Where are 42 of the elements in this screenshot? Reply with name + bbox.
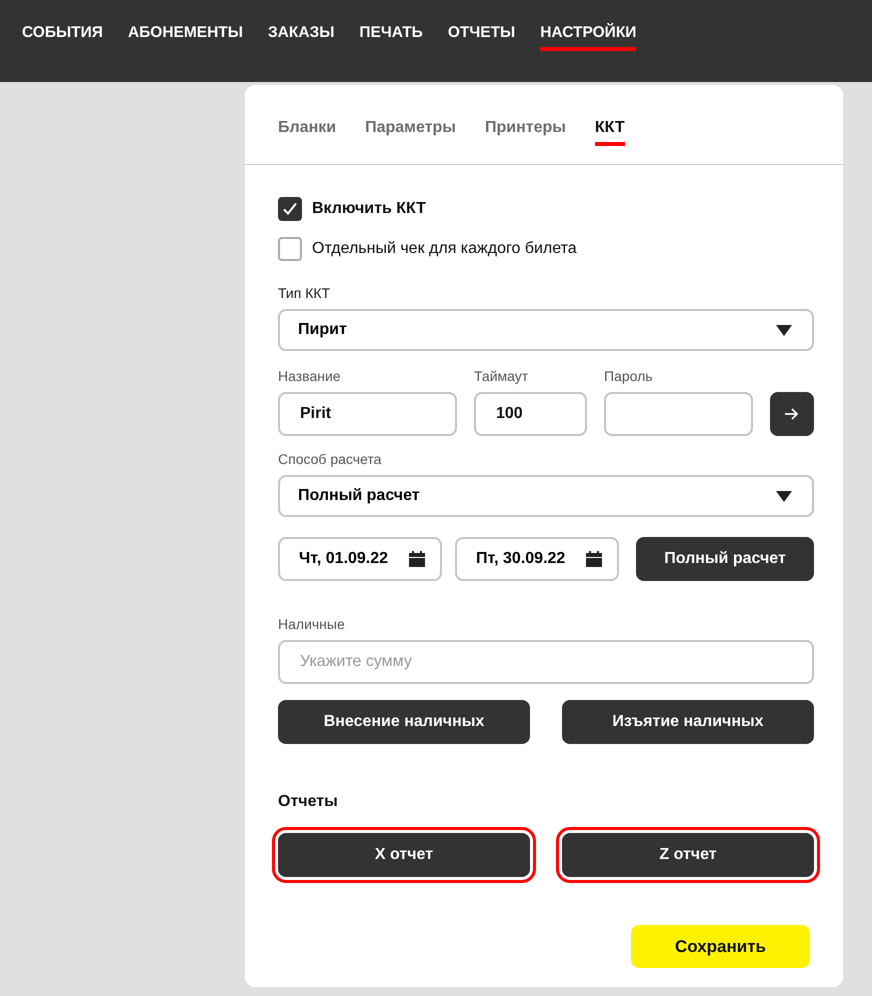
checkbox[interactable] — [278, 197, 302, 221]
nav-link[interactable]: СОБЫТИЯ — [22, 23, 103, 51]
field-label: Способ расчета — [278, 451, 382, 469]
arrow-right-icon — [785, 408, 799, 420]
field-label: Таймаут — [474, 368, 530, 386]
caret-icon — [776, 324, 792, 336]
field-label: Наличные — [278, 616, 346, 634]
caret-icon — [776, 490, 792, 502]
nav-link[interactable]: ЗАКАЗЫ — [268, 23, 334, 51]
check-icon — [282, 201, 298, 217]
nav-link[interactable]: ПЕЧАТЬ — [359, 23, 423, 51]
calendar-icon[interactable] — [408, 550, 426, 568]
password-field[interactable] — [604, 392, 753, 436]
checkbox-label: Отдельный чек для каждого билета — [312, 240, 577, 258]
field-label: Пароль — [604, 368, 654, 386]
cash-button[interactable]: Изъятие наличных — [562, 700, 814, 744]
field-label: Название — [278, 368, 342, 386]
tab[interactable]: ККТ — [594, 114, 625, 146]
date-to-field[interactable]: Пт, 30.09.22 — [455, 537, 619, 581]
nav-link[interactable]: АБОНЕМЕНТЫ — [128, 23, 243, 51]
tab[interactable]: Принтеры — [484, 114, 566, 146]
calendar-icon[interactable] — [585, 550, 603, 568]
checkbox-label: Включить ККТ — [312, 200, 426, 218]
report-button[interactable]: X отчет — [278, 833, 530, 877]
cash-amount-field[interactable]: Укажите сумму — [278, 640, 814, 684]
field-label: Тип ККТ — [278, 285, 332, 303]
submit-button[interactable] — [770, 392, 814, 436]
tab[interactable]: Бланки — [278, 114, 336, 146]
payment-method-select[interactable]: Полный расчет — [278, 475, 814, 517]
timeout-field[interactable]: 100 — [474, 392, 587, 436]
kkt-type-select[interactable]: Пирит — [278, 309, 814, 351]
name-field[interactable]: Pirit — [278, 392, 457, 436]
nav-link[interactable]: НАСТРОЙКИ — [540, 23, 636, 51]
cash-button[interactable]: Внесение наличных — [278, 700, 530, 744]
tab[interactable]: Параметры — [365, 114, 456, 146]
payment-button[interactable]: Полный расчет — [636, 537, 814, 581]
date-from-field[interactable]: Чт, 01.09.22 — [278, 537, 442, 581]
save-button[interactable]: Сохранить — [631, 925, 810, 968]
checkbox[interactable] — [278, 237, 302, 261]
report-button[interactable]: Z отчет — [562, 833, 814, 877]
section-title: Отчеты — [278, 793, 339, 812]
nav-link[interactable]: ОТЧЕТЫ — [448, 23, 516, 51]
